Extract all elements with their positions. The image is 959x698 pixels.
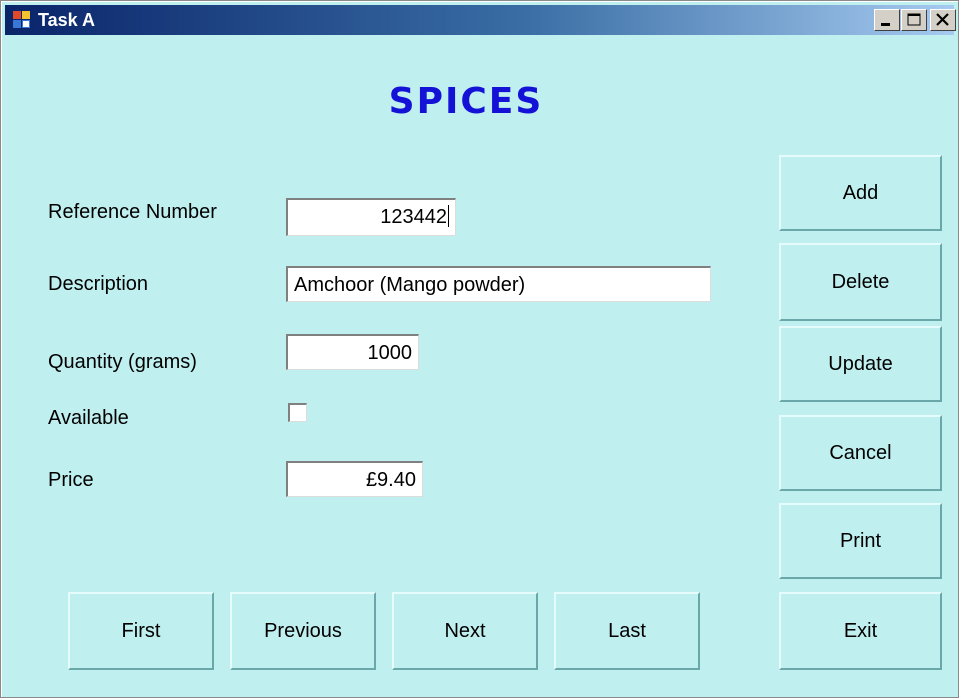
next-button[interactable]: Next xyxy=(392,592,538,670)
maximize-icon xyxy=(907,13,921,26)
description-field[interactable]: Amchoor (Mango powder) xyxy=(286,266,711,302)
application-window: Task A SPICES Reference Number Descripti… xyxy=(0,0,959,698)
reference-number-field[interactable]: 123442 xyxy=(286,198,456,236)
print-button[interactable]: Print xyxy=(779,503,942,579)
reference-number-value: 123442 xyxy=(380,206,447,228)
available-checkbox[interactable] xyxy=(288,403,307,422)
price-label: Price xyxy=(48,469,94,491)
price-value: £9.40 xyxy=(365,469,416,491)
reference-number-label: Reference Number xyxy=(48,201,217,223)
update-button[interactable]: Update xyxy=(779,326,942,402)
description-label: Description xyxy=(48,273,149,295)
text-caret xyxy=(448,205,449,227)
description-value: Amchoor (Mango powder) xyxy=(294,274,526,296)
minimize-icon xyxy=(881,23,890,26)
first-button[interactable]: First xyxy=(68,592,214,670)
delete-button[interactable]: Delete xyxy=(779,243,942,321)
previous-button[interactable]: Previous xyxy=(230,592,376,670)
price-field[interactable]: £9.40 xyxy=(286,461,423,497)
minimize-button[interactable] xyxy=(874,9,900,31)
quantity-value: 1000 xyxy=(367,342,413,364)
close-icon xyxy=(936,13,949,26)
last-button[interactable]: Last xyxy=(554,592,700,670)
exit-button[interactable]: Exit xyxy=(779,592,942,670)
app-form-icon[interactable] xyxy=(13,11,31,29)
add-button[interactable]: Add xyxy=(779,155,942,231)
window-title: Task A xyxy=(38,10,96,30)
quantity-field[interactable]: 1000 xyxy=(286,334,419,370)
cancel-button[interactable]: Cancel xyxy=(779,415,942,491)
form-heading: SPICES xyxy=(388,81,544,122)
close-button[interactable] xyxy=(930,9,956,31)
quantity-label: Quantity (grams) xyxy=(48,351,197,373)
title-bar[interactable]: Task A xyxy=(5,5,956,35)
maximize-button[interactable] xyxy=(901,9,927,31)
available-label: Available xyxy=(48,407,129,429)
